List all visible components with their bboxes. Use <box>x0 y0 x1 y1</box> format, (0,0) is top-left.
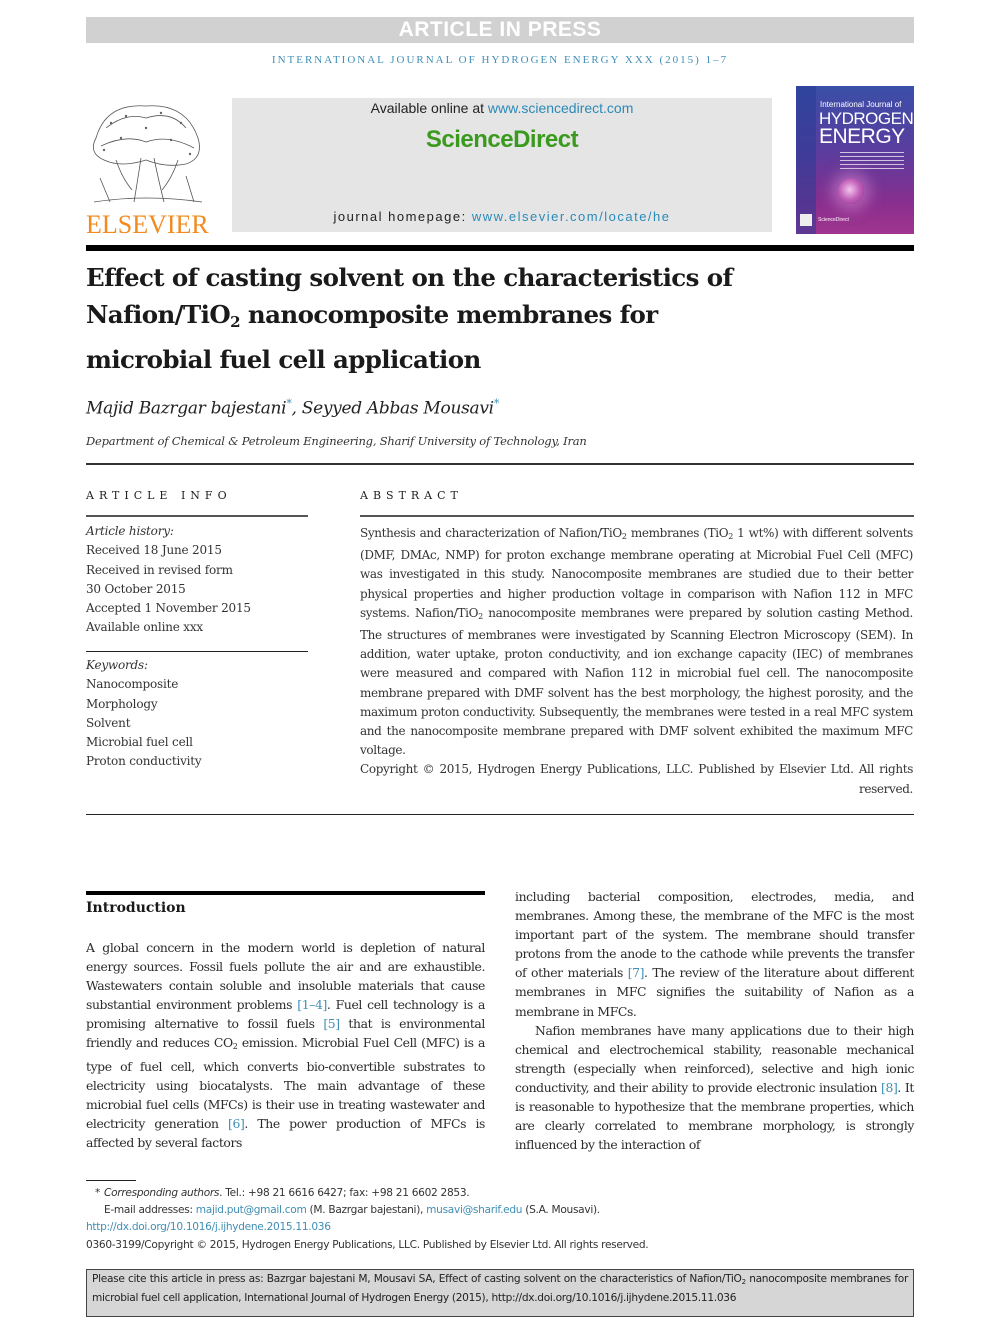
journal-running-head: INTERNATIONAL JOURNAL OF HYDROGEN ENERGY… <box>271 54 729 66</box>
history-item: Received 18 June 2015 <box>86 543 222 558</box>
available-online-line: Available online at www.sciencedirect.co… <box>232 100 772 116</box>
corresponding-label: Corresponding authors <box>104 1187 220 1199</box>
email-label: E-mail addresses: <box>104 1204 196 1217</box>
body-column-left: A global concern in the modern world is … <box>86 938 485 1152</box>
keyword-item: Proton conductivity <box>86 754 202 769</box>
email-link[interactable]: majid.put@gmail.com <box>196 1204 307 1216</box>
introduction-heading: Introduction <box>86 900 186 916</box>
cover-sciencedirect-label: ScienceDirect <box>818 217 849 223</box>
citation-text: Please cite this article in press as: Ba… <box>92 1273 742 1285</box>
email-owner: (M. Bazrgar bajestani), <box>306 1204 427 1217</box>
introduction-paragraph: including bacterial composition, electro… <box>515 889 914 1019</box>
keywords-label: Keywords: <box>86 658 148 672</box>
introduction-paragraph: Nafion membranes have many applications … <box>515 1022 914 1153</box>
abstract-divider <box>360 515 914 517</box>
abstract-body: Synthesis and characterization of Nafion… <box>360 524 913 799</box>
available-online-label: Available online at <box>370 100 488 116</box>
journal-cover-image[interactable]: International Journal of HYDROGEN ENERGY… <box>796 86 914 234</box>
title-subscript: 2 <box>230 313 240 331</box>
keywords-divider <box>86 651 308 652</box>
history-item: Received in revised form <box>86 562 233 577</box>
title-line-2-post: nanocomposite membranes for <box>239 300 658 329</box>
body-column-right: including bacterial composition, electro… <box>515 887 914 1154</box>
introduction-rule <box>86 891 485 895</box>
history-item: 30 October 2015 <box>86 581 186 596</box>
cover-spine-strip <box>796 86 816 234</box>
elsevier-wordmark: ELSEVIER <box>86 210 209 239</box>
sciencedirect-logo[interactable]: ScienceDirect <box>232 126 772 154</box>
keyword-item: Microbial fuel cell <box>86 735 193 750</box>
footnote-divider <box>86 1180 136 1181</box>
journal-homepage-line: journal homepage: www.elsevier.com/locat… <box>232 209 772 224</box>
author-name[interactable]: Majid Bazrgar bajestani <box>86 399 287 419</box>
history-item: Available online xxx <box>86 620 203 635</box>
abstract-copyright: Copyright © 2015, Hydrogen Energy Public… <box>360 762 913 796</box>
email-addresses: E-mail addresses: majid.put@gmail.com (M… <box>86 1202 916 1219</box>
article-info-heading: ARTICLE INFO <box>86 489 232 502</box>
title-line-3: microbial fuel cell application <box>86 345 481 374</box>
author-separator: , <box>291 398 302 419</box>
elsevier-logo[interactable]: ELSEVIER <box>86 98 209 239</box>
issn-copyright: 0360-3199/Copyright © 2015, Hydrogen Ene… <box>86 1238 649 1251</box>
abstract-heading: ABSTRACT <box>360 489 463 502</box>
keywords-list: Keywords: Nanocomposite Morphology Solve… <box>86 656 202 772</box>
footnote-star: * <box>95 1187 100 1199</box>
citation-box: Please cite this article in press as: Ba… <box>86 1269 914 1317</box>
cover-journal-title-line2: ENERGY <box>819 125 905 148</box>
header-divider <box>86 245 914 251</box>
title-line-2-pre: Nafion/TiO <box>86 300 231 329</box>
reference-link[interactable]: [6] <box>228 1116 245 1131</box>
author-name[interactable]: Seyyed Abbas Mousavi <box>302 399 494 419</box>
cover-publisher-icon <box>800 214 812 226</box>
corresponding-author-note: * Corresponding authors. Tel.: +98 21 661… <box>86 1185 916 1202</box>
abstract-text: Synthesis and characterization of Nafion… <box>360 526 913 758</box>
reference-link[interactable]: [1–4] <box>297 997 327 1012</box>
sciencedirect-header-box: Available online at www.sciencedirect.co… <box>232 98 772 232</box>
corresponding-author-mark[interactable]: * <box>494 397 500 410</box>
doi-link[interactable]: http://dx.doi.org/10.1016/j.ijhydene.201… <box>86 1221 331 1233</box>
elsevier-tree-icon <box>92 105 203 203</box>
article-info-divider <box>86 515 308 517</box>
introduction-paragraph: A global concern in the modern world is … <box>86 940 485 1150</box>
cover-journal-prefix: International Journal of <box>820 100 902 109</box>
article-history-label: Article history: <box>86 524 174 538</box>
cover-editors-text <box>840 152 904 170</box>
title-line-1: Effect of casting solvent on the charact… <box>86 263 733 292</box>
email-owner: (S.A. Mousavi). <box>522 1204 600 1217</box>
footnotes: * Corresponding authors. Tel.: +98 21 661… <box>86 1185 916 1254</box>
author-list: Majid Bazrgar bajestani *, Seyyed Abbas M… <box>86 397 499 419</box>
keyword-item: Morphology <box>86 696 158 711</box>
reference-link[interactable]: [5] <box>323 1016 340 1031</box>
author-affiliation: Department of Chemical & Petroleum Engin… <box>86 434 587 448</box>
reference-link[interactable]: [8] <box>881 1080 898 1095</box>
article-title: Effect of casting solvent on the charact… <box>86 259 786 378</box>
keyword-item: Solvent <box>86 715 131 730</box>
article-in-press-banner: ARTICLE IN PRESS <box>86 17 914 43</box>
journal-homepage-link[interactable]: www.elsevier.com/locate/he <box>472 209 671 224</box>
article-history: Article history: Received 18 June 2015 R… <box>86 522 251 638</box>
history-item: Accepted 1 November 2015 <box>86 601 251 616</box>
contact-numbers: . Tel.: +98 21 6616 6427; fax: +98 21 66… <box>219 1187 470 1199</box>
email-link[interactable]: musavi@sharif.edu <box>426 1204 522 1216</box>
reference-link[interactable]: [7] <box>628 965 645 980</box>
keyword-item: Nanocomposite <box>86 677 179 692</box>
journal-homepage-label: journal homepage: <box>333 209 472 224</box>
cover-orb-graphic <box>838 178 864 204</box>
sciencedirect-link[interactable]: www.sciencedirect.com <box>488 100 634 116</box>
affiliation-divider <box>86 463 914 465</box>
abstract-end-divider <box>86 814 914 815</box>
